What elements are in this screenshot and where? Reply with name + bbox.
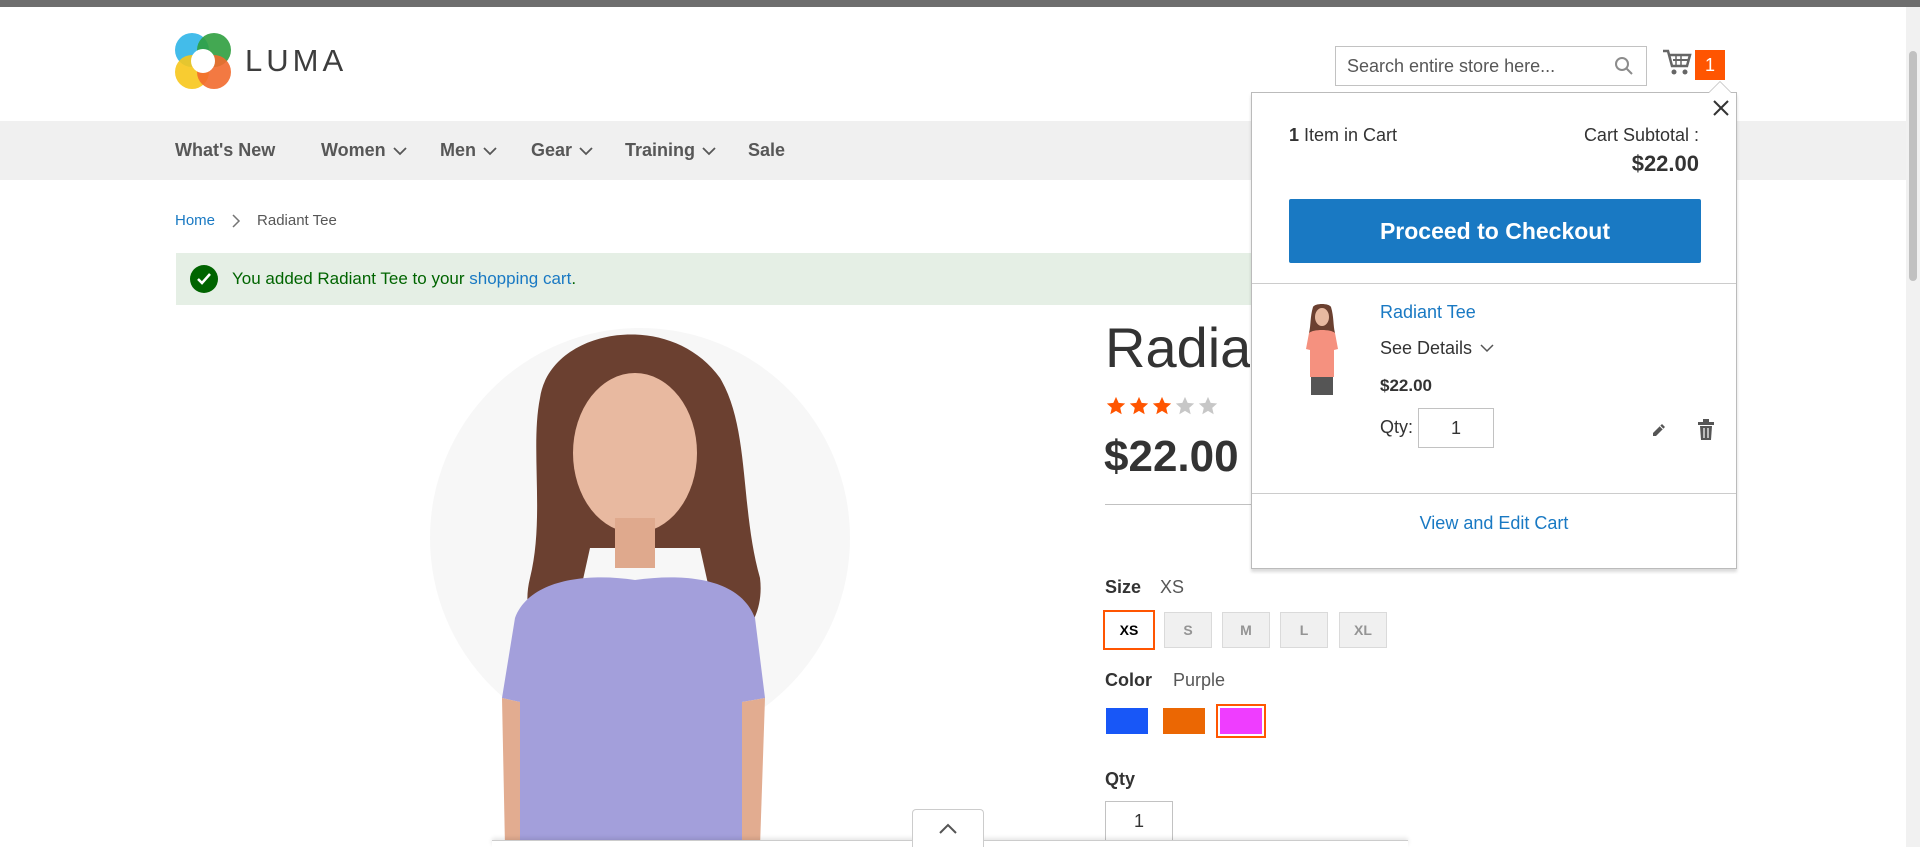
see-details-toggle[interactable]: See Details [1380, 338, 1494, 359]
color-swatch-purple[interactable] [1216, 704, 1266, 738]
search-box [1335, 46, 1647, 86]
chevron-right-icon [232, 213, 241, 228]
nav-item-training[interactable]: Training [625, 121, 717, 180]
qty-input[interactable]: 1 [1105, 801, 1173, 841]
nav-item-label: Men [440, 140, 476, 160]
minicart-count-number: 1 [1289, 125, 1300, 145]
nav-item-label: Sale [748, 140, 786, 160]
chevron-down-icon [1480, 344, 1494, 353]
size-option-xs[interactable]: XS [1103, 610, 1155, 650]
star-filled-icon [1129, 396, 1149, 415]
rating-stars[interactable] [1105, 395, 1219, 417]
success-message-text: You added Radiant Tee to your shopping c… [232, 269, 576, 289]
minicart-item-name-link[interactable]: Radiant Tee [1380, 302, 1476, 323]
minicart-dropdown: 1 Item in Cart Cart Subtotal : $22.00 Pr… [1251, 81, 1737, 569]
price-divider [1105, 504, 1252, 505]
checkmark-icon [190, 265, 218, 293]
view-and-edit-cart-link[interactable]: View and Edit Cart [1252, 513, 1736, 534]
logo-mark-icon [175, 33, 231, 89]
logo-wordmark: LUMA [245, 43, 348, 78]
star-filled-icon [1106, 396, 1126, 415]
color-label: Color [1105, 670, 1152, 690]
size-option-m[interactable]: M [1222, 612, 1270, 648]
size-label: Size [1105, 577, 1142, 597]
size-option-xl[interactable]: XL [1339, 612, 1387, 648]
page-scrollbar[interactable] [1906, 7, 1920, 847]
star-empty-icon [1198, 396, 1218, 415]
cart-count-badge[interactable]: 1 [1695, 50, 1725, 80]
success-message: You added Radiant Tee to your shopping c… [176, 253, 1256, 305]
nav-item-label: Training [625, 140, 696, 160]
minicart-item-count: 1 Item in Cart [1289, 125, 1397, 146]
breadcrumb: Home Radiant Tee [175, 212, 337, 229]
qty-label: Qty [1105, 769, 1136, 789]
pencil-icon[interactable] [1650, 421, 1668, 444]
product-image[interactable] [420, 318, 860, 847]
nav-item-men[interactable]: Men [440, 121, 498, 180]
breadcrumb-home-link[interactable]: Home [175, 212, 215, 229]
minicart-item-thumbnail[interactable] [1297, 303, 1347, 397]
size-option-l[interactable]: L [1280, 612, 1328, 648]
nav-item-sale[interactable]: Sale [748, 121, 785, 180]
color-selected-value: Purple [1173, 670, 1226, 690]
minicart-count-suffix: Item in Cart [1304, 125, 1398, 145]
nav-item-label: What's New [175, 140, 276, 160]
shopping-cart-link[interactable]: shopping cart [469, 269, 571, 288]
color-swatch-blue[interactable] [1105, 707, 1149, 735]
minicart-arrow [1708, 81, 1732, 93]
minicart-item-price: $22.00 [1380, 376, 1432, 395]
divider [1252, 493, 1736, 494]
luma-logo[interactable]: LUMA [175, 33, 347, 89]
chevron-up-icon [939, 823, 957, 834]
minicart-subtotal-label: Cart Subtotal : [1583, 125, 1699, 145]
minicart-qty-label: Qty: [1380, 417, 1414, 437]
chevron-down-icon [483, 146, 497, 155]
close-icon[interactable] [1710, 97, 1732, 124]
minicart-qty-input[interactable]: 1 [1418, 408, 1494, 448]
chevron-down-icon [393, 146, 407, 155]
breadcrumb-current: Radiant Tee [257, 212, 337, 229]
nav-item-whats-new[interactable]: What's New [175, 121, 275, 180]
nav-item-label: Gear [531, 140, 573, 160]
see-details-label: See Details [1380, 338, 1473, 358]
search-icon[interactable] [1614, 56, 1634, 81]
star-filled-icon [1152, 396, 1172, 415]
scroll-top-button[interactable] [912, 809, 984, 847]
scrollbar-thumb[interactable] [1909, 51, 1917, 281]
proceed-to-checkout-button[interactable]: Proceed to Checkout [1289, 199, 1701, 263]
size-option-s[interactable]: S [1164, 612, 1212, 648]
star-empty-icon [1175, 396, 1195, 415]
nav-item-label: Women [321, 140, 386, 160]
product-price: $22.00 [1104, 432, 1239, 481]
color-swatch-orange[interactable] [1162, 707, 1206, 735]
cart-icon[interactable] [1662, 48, 1692, 81]
message-text-after: . [571, 269, 577, 288]
chevron-down-icon [579, 146, 593, 155]
message-text-before: You added Radiant Tee to your [232, 269, 470, 288]
trash-icon[interactable] [1696, 419, 1716, 446]
minicart-subtotal-amount: $22.00 [1631, 151, 1699, 176]
divider [1252, 283, 1736, 284]
nav-item-gear[interactable]: Gear [531, 121, 594, 180]
nav-item-women[interactable]: Women [321, 121, 408, 180]
top-border [0, 0, 1920, 7]
chevron-down-icon [702, 146, 716, 155]
product-title: Radiant Tee [1105, 316, 1250, 379]
search-input[interactable] [1336, 47, 1606, 85]
size-selected-value: XS [1160, 577, 1185, 597]
